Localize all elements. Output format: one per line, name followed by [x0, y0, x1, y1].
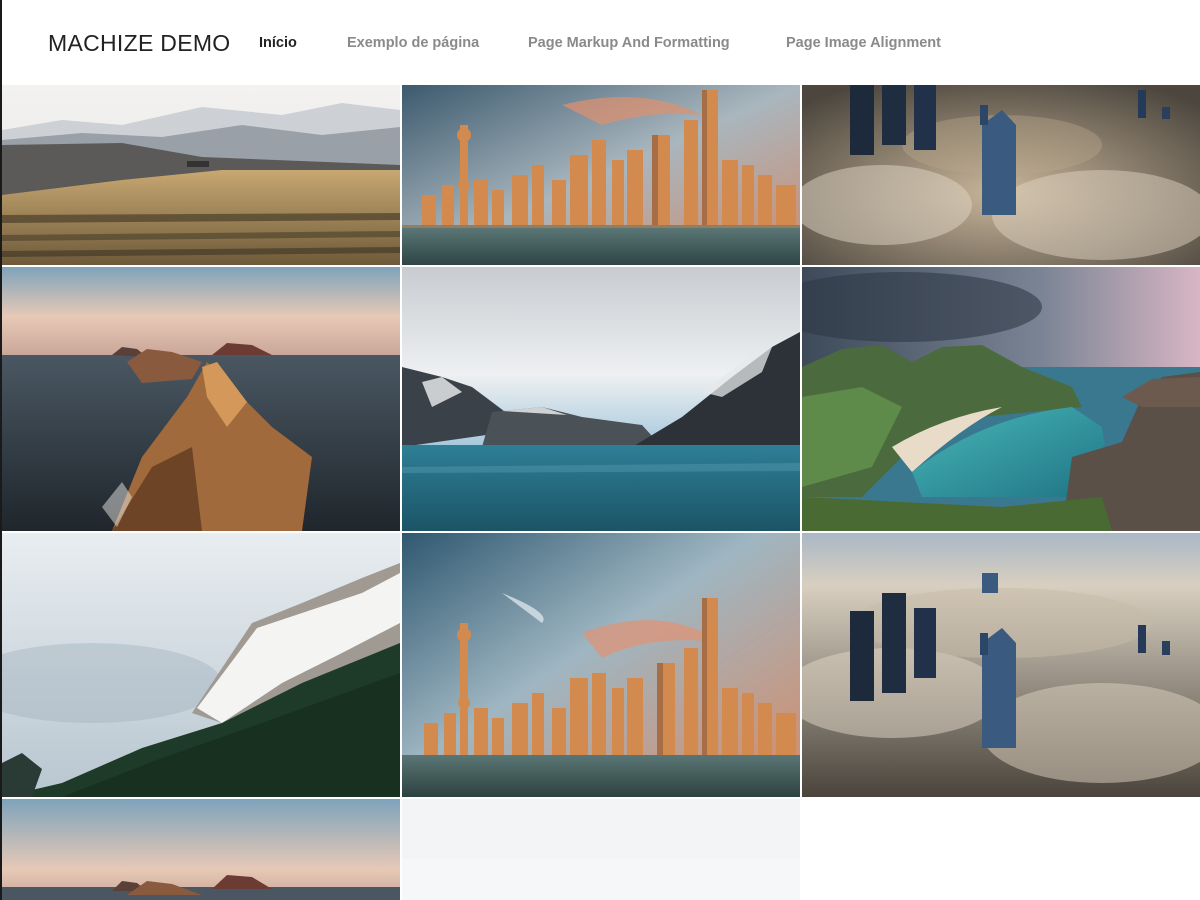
gallery-tile-lake[interactable] — [402, 267, 800, 531]
nav-item-page-image-alignment[interactable]: Page Image Alignment — [786, 35, 941, 51]
image-gallery — [2, 85, 1200, 900]
gallery-tile-islands-2[interactable] — [2, 799, 400, 900]
gallery-tile-skyline-2[interactable] — [402, 533, 800, 797]
gallery-tile-skyline[interactable] — [402, 85, 800, 265]
gallery-tile-bay[interactable] — [802, 267, 1200, 531]
lake-image — [402, 267, 800, 531]
nav-item-exemplo-de-pagina[interactable]: Exemplo de página — [347, 35, 479, 51]
gallery-tile-bright-sky[interactable] — [402, 799, 800, 900]
gallery-tile-islands[interactable] — [2, 267, 400, 531]
forest-mountain-image — [2, 533, 400, 797]
site-header: MACHIZE DEMO Início Exemplo de página Pa… — [0, 0, 1200, 85]
gallery-tile-meadow[interactable] — [2, 85, 400, 265]
skyline-image — [402, 85, 800, 265]
skyline-image-2 — [402, 533, 800, 797]
meadow-image — [2, 85, 400, 265]
islands-image — [2, 267, 400, 531]
nav-item-inicio[interactable]: Início — [259, 35, 297, 51]
gallery-tile-clouds-2[interactable] — [802, 533, 1200, 797]
bay-image — [802, 267, 1200, 531]
bright-sky-image — [402, 799, 800, 900]
clouds-image-2 — [802, 533, 1200, 797]
gallery-tile-forest-mountain[interactable] — [2, 533, 400, 797]
nav-item-page-markup[interactable]: Page Markup And Formatting — [528, 35, 730, 51]
gallery-tile-clouds[interactable] — [802, 85, 1200, 265]
clouds-image — [802, 85, 1200, 265]
islands-image-2 — [2, 799, 400, 900]
main-nav: Início Exemplo de página Page Markup And… — [2, 35, 1200, 55]
